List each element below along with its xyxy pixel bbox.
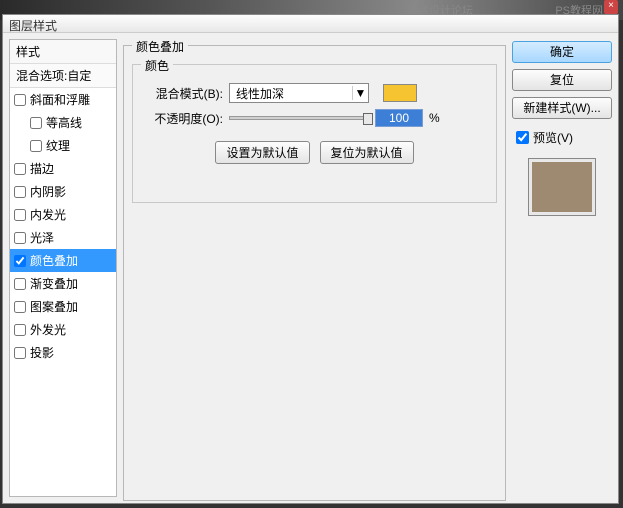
style-item-label: 外发光 bbox=[30, 321, 66, 338]
group-title: 颜色叠加 bbox=[132, 38, 188, 55]
style-item-label: 图案叠加 bbox=[30, 298, 78, 315]
style-item-label: 纹理 bbox=[46, 137, 70, 154]
opacity-label: 不透明度(O): bbox=[143, 110, 223, 127]
right-panel: 确定 复位 新建样式(W)... 预览(V) bbox=[512, 39, 612, 497]
style-checkbox[interactable] bbox=[30, 140, 42, 152]
style-item-label: 描边 bbox=[30, 160, 54, 177]
color-swatch[interactable] bbox=[383, 84, 417, 102]
ok-button[interactable]: 确定 bbox=[512, 41, 612, 63]
style-checkbox[interactable] bbox=[14, 301, 26, 313]
style-checkbox[interactable] bbox=[30, 117, 42, 129]
preview-checkbox-row[interactable]: 预览(V) bbox=[512, 129, 612, 146]
style-checkbox[interactable] bbox=[14, 278, 26, 290]
style-checkbox[interactable] bbox=[14, 94, 26, 106]
style-item-label: 颜色叠加 bbox=[30, 252, 78, 269]
sidebar-header[interactable]: 样式 bbox=[10, 40, 116, 64]
style-checkbox[interactable] bbox=[14, 163, 26, 175]
sidebar-blend-options[interactable]: 混合选项:自定 bbox=[10, 64, 116, 88]
style-item[interactable]: 纹理 bbox=[10, 134, 116, 157]
style-item-label: 渐变叠加 bbox=[30, 275, 78, 292]
main-panel: 颜色叠加 颜色 混合模式(B): 线性加深 ▼ 不透 bbox=[123, 39, 506, 497]
chevron-down-icon: ▼ bbox=[352, 86, 368, 100]
style-item-label: 斜面和浮雕 bbox=[30, 91, 90, 108]
blend-mode-row: 混合模式(B): 线性加深 ▼ bbox=[143, 83, 486, 103]
reset-button[interactable]: 复位 bbox=[512, 69, 612, 91]
dialog-body: 样式 混合选项:自定 斜面和浮雕等高线纹理描边内阴影内发光光泽颜色叠加渐变叠加图… bbox=[3, 33, 618, 503]
inner-title: 颜色 bbox=[141, 57, 173, 74]
blend-mode-value: 线性加深 bbox=[230, 85, 352, 102]
style-item[interactable]: 内阴影 bbox=[10, 180, 116, 203]
style-item[interactable]: 投影 bbox=[10, 341, 116, 364]
blend-mode-select[interactable]: 线性加深 ▼ bbox=[229, 83, 369, 103]
style-item-label: 内阴影 bbox=[30, 183, 66, 200]
style-checkbox[interactable] bbox=[14, 347, 26, 359]
dialog-title: 图层样式 bbox=[3, 15, 618, 33]
style-checkbox[interactable] bbox=[14, 232, 26, 244]
style-item-label: 投影 bbox=[30, 344, 54, 361]
preview-swatch bbox=[528, 158, 596, 216]
slider-thumb[interactable] bbox=[363, 113, 373, 125]
style-checkbox[interactable] bbox=[14, 324, 26, 336]
style-item[interactable]: 内发光 bbox=[10, 203, 116, 226]
style-item[interactable]: 渐变叠加 bbox=[10, 272, 116, 295]
opacity-input[interactable] bbox=[375, 109, 423, 127]
color-group: 颜色 混合模式(B): 线性加深 ▼ 不透明度(O): bbox=[132, 64, 497, 203]
blend-mode-label: 混合模式(B): bbox=[143, 85, 223, 102]
style-item[interactable]: 描边 bbox=[10, 157, 116, 180]
opacity-unit: % bbox=[429, 111, 440, 125]
style-item[interactable]: 外发光 bbox=[10, 318, 116, 341]
styles-sidebar: 样式 混合选项:自定 斜面和浮雕等高线纹理描边内阴影内发光光泽颜色叠加渐变叠加图… bbox=[9, 39, 117, 497]
style-item[interactable]: 斜面和浮雕 bbox=[10, 88, 116, 111]
reset-default-button[interactable]: 复位为默认值 bbox=[320, 141, 414, 164]
set-default-button[interactable]: 设置为默认值 bbox=[215, 141, 309, 164]
style-item[interactable]: 光泽 bbox=[10, 226, 116, 249]
style-checkbox[interactable] bbox=[14, 186, 26, 198]
opacity-slider[interactable] bbox=[229, 116, 369, 120]
style-item[interactable]: 颜色叠加 bbox=[10, 249, 116, 272]
style-checkbox[interactable] bbox=[14, 255, 26, 267]
window-close-icon[interactable]: × bbox=[604, 0, 618, 14]
layer-style-dialog: 图层样式 样式 混合选项:自定 斜面和浮雕等高线纹理描边内阴影内发光光泽颜色叠加… bbox=[2, 14, 619, 504]
style-item[interactable]: 图案叠加 bbox=[10, 295, 116, 318]
preview-checkbox[interactable] bbox=[516, 131, 529, 144]
color-overlay-group: 颜色叠加 颜色 混合模式(B): 线性加深 ▼ 不透 bbox=[123, 45, 506, 501]
style-item-label: 内发光 bbox=[30, 206, 66, 223]
style-item-label: 等高线 bbox=[46, 114, 82, 131]
opacity-row: 不透明度(O): % bbox=[143, 109, 486, 127]
preview-label: 预览(V) bbox=[533, 129, 573, 146]
style-checkbox[interactable] bbox=[14, 209, 26, 221]
style-item-label: 光泽 bbox=[30, 229, 54, 246]
new-style-button[interactable]: 新建样式(W)... bbox=[512, 97, 612, 119]
style-item[interactable]: 等高线 bbox=[10, 111, 116, 134]
style-list: 斜面和浮雕等高线纹理描边内阴影内发光光泽颜色叠加渐变叠加图案叠加外发光投影 bbox=[10, 88, 116, 364]
default-buttons-row: 设置为默认值 复位为默认值 bbox=[143, 141, 486, 164]
